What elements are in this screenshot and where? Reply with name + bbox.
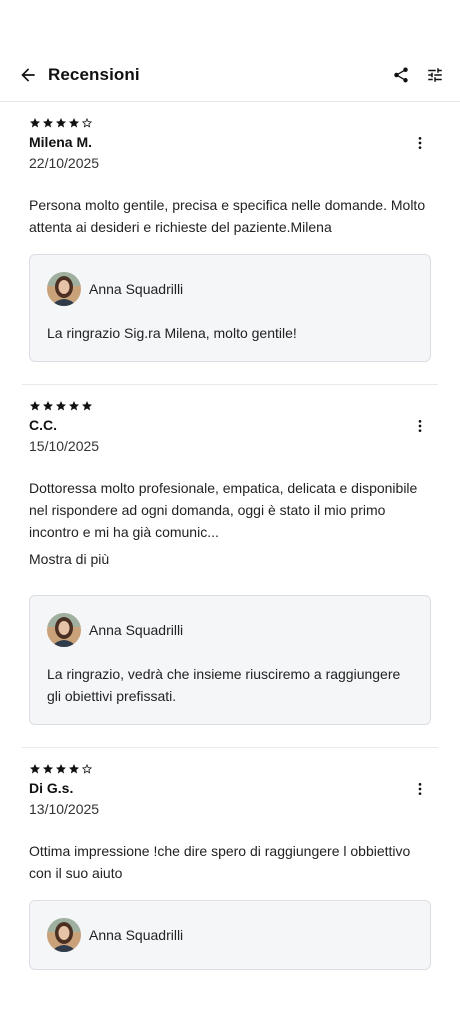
review-date: 13/10/2025 bbox=[29, 801, 100, 817]
star-filled-icon bbox=[30, 401, 40, 411]
reviewer-name: Di G.s. bbox=[29, 780, 74, 796]
avatar bbox=[47, 272, 81, 306]
star-filled-icon bbox=[43, 764, 53, 774]
reply-author: Anna Squadrilli bbox=[89, 927, 184, 943]
review-date: 15/10/2025 bbox=[29, 438, 100, 454]
more-vert-icon[interactable] bbox=[410, 415, 430, 437]
show-more-link[interactable]: Mostra di più bbox=[29, 551, 109, 567]
reply-box: Anna Squadrilli bbox=[29, 900, 431, 970]
page-title: Recensioni bbox=[48, 64, 140, 84]
review-date: 22/10/2025 bbox=[29, 155, 100, 171]
share-icon[interactable] bbox=[390, 64, 412, 86]
arrow-left-icon[interactable] bbox=[16, 63, 40, 87]
star-filled-icon bbox=[43, 118, 53, 128]
review-card: C.C. 15/10/2025 Dottoressa molto profesi… bbox=[22, 384, 438, 747]
reply-box: Anna Squadrilli La ringrazio Sig.ra Mile… bbox=[29, 254, 431, 362]
tune-icon[interactable] bbox=[424, 64, 446, 86]
star-filled-icon bbox=[56, 401, 66, 411]
star-filled-icon bbox=[56, 118, 66, 128]
review-text: Dottoressa molto profesionale, empatica,… bbox=[29, 480, 418, 540]
app-bar: Recensioni bbox=[0, 48, 460, 102]
rating-stars bbox=[29, 399, 431, 413]
reply-text: La ringrazio, vedrà che insieme riuscire… bbox=[47, 666, 401, 704]
star-filled-icon bbox=[82, 401, 92, 411]
star-outline-icon bbox=[81, 117, 93, 128]
reply-author: Anna Squadrilli bbox=[89, 622, 184, 638]
review-text: Persona molto gentile, precisa e specifi… bbox=[29, 197, 426, 235]
reply-text: La ringrazio Sig.ra Milena, molto gentil… bbox=[47, 325, 297, 341]
star-filled-icon bbox=[69, 118, 79, 128]
avatar bbox=[47, 613, 81, 647]
star-filled-icon bbox=[30, 764, 40, 774]
reviewer-name: Milena M. bbox=[29, 134, 93, 150]
more-vert-icon[interactable] bbox=[410, 778, 430, 800]
star-filled-icon bbox=[30, 118, 40, 128]
star-filled-icon bbox=[69, 764, 79, 774]
star-filled-icon bbox=[69, 401, 79, 411]
reviewer-name: C.C. bbox=[29, 417, 57, 433]
review-card: Di G.s. 13/10/2025 Ottima impressione !c… bbox=[22, 747, 438, 980]
star-outline-icon bbox=[81, 763, 93, 774]
rating-stars bbox=[29, 762, 431, 776]
reviews-list[interactable]: Milena M. 22/10/2025 Persona molto genti… bbox=[0, 102, 460, 980]
more-vert-icon[interactable] bbox=[410, 132, 430, 154]
star-filled-icon bbox=[56, 764, 66, 774]
review-card: Milena M. 22/10/2025 Persona molto genti… bbox=[22, 102, 438, 384]
star-filled-icon bbox=[43, 401, 53, 411]
reply-box: Anna Squadrilli La ringrazio, vedrà che … bbox=[29, 595, 431, 725]
rating-stars bbox=[29, 116, 431, 130]
review-text: Ottima impressione !che dire spero di ra… bbox=[29, 843, 411, 881]
avatar bbox=[47, 918, 81, 952]
reply-author: Anna Squadrilli bbox=[89, 281, 184, 297]
status-bar-space bbox=[0, 0, 460, 48]
